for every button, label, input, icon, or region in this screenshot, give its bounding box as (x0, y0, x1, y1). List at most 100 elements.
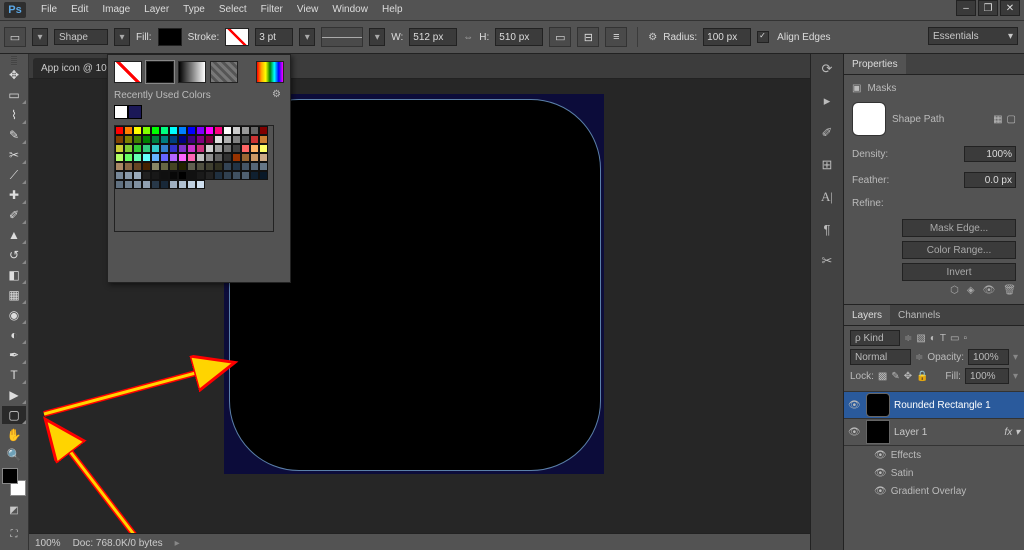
swatch[interactable] (214, 162, 223, 171)
apply-mask-icon[interactable]: ◈ (967, 285, 975, 296)
close-button[interactable]: ✕ (1000, 0, 1020, 16)
fill-swatch[interactable] (158, 28, 182, 46)
stroke-type-select[interactable] (321, 27, 363, 47)
invert-button[interactable]: Invert (902, 263, 1016, 281)
layers-tab[interactable]: Layers (844, 305, 890, 325)
swatch[interactable] (223, 126, 232, 135)
swatch[interactable] (259, 126, 268, 135)
swatch[interactable] (115, 171, 124, 180)
layer-rounded-rect[interactable]: 👁 Rounded Rectangle 1 (844, 392, 1024, 419)
width-input[interactable]: 512 px (409, 28, 457, 46)
actions-panel-icon[interactable]: ▸ (817, 92, 837, 110)
brush-tool[interactable]: ✐ (2, 206, 26, 224)
swatch[interactable] (223, 171, 232, 180)
density-input[interactable]: 100% (964, 146, 1016, 162)
swatch[interactable] (133, 162, 142, 171)
swatch[interactable] (169, 135, 178, 144)
properties-tab[interactable]: Properties (844, 54, 906, 74)
history-panel-icon[interactable]: ⟳ (817, 60, 837, 78)
shape-mode-select[interactable]: Shape (54, 29, 108, 45)
swatch[interactable] (151, 144, 160, 153)
swatch[interactable] (160, 162, 169, 171)
swatch[interactable] (250, 162, 259, 171)
swatch[interactable] (187, 180, 196, 189)
swatch[interactable] (196, 180, 205, 189)
swatch[interactable] (250, 135, 259, 144)
swatch[interactable] (232, 171, 241, 180)
effect-gradient-overlay[interactable]: 👁Gradient Overlay (844, 482, 1024, 500)
swatch[interactable] (178, 144, 187, 153)
swatch[interactable] (151, 126, 160, 135)
healing-tool[interactable]: ✚ (2, 186, 26, 204)
type-tool[interactable]: T (2, 366, 26, 384)
swatch[interactable] (142, 135, 151, 144)
swatch[interactable] (214, 126, 223, 135)
swatch[interactable] (205, 126, 214, 135)
swatch[interactable] (223, 162, 232, 171)
move-tool[interactable]: ✥ (2, 66, 26, 84)
swatch[interactable] (241, 126, 250, 135)
align-edges-checkbox[interactable] (757, 31, 769, 43)
swatch[interactable] (142, 153, 151, 162)
gradient-tile[interactable] (178, 61, 206, 83)
swatch[interactable] (160, 171, 169, 180)
swatch[interactable] (205, 162, 214, 171)
swatch[interactable] (124, 162, 133, 171)
brush-panel-icon[interactable]: ✐ (817, 124, 837, 142)
swatch[interactable] (214, 153, 223, 162)
lock-all-icon[interactable]: 🔒 (916, 371, 928, 382)
swatch[interactable] (250, 153, 259, 162)
swatch[interactable] (124, 126, 133, 135)
menu-type[interactable]: Type (176, 0, 212, 20)
delete-mask-icon[interactable]: 🗑 (1003, 285, 1016, 296)
lasso-tool[interactable]: ⌇ (2, 106, 26, 124)
swatch[interactable] (196, 171, 205, 180)
stroke-width-drop[interactable]: ▾ (299, 28, 315, 46)
layer-thumbnail[interactable] (866, 420, 890, 444)
swatch[interactable] (259, 153, 268, 162)
menu-layer[interactable]: Layer (137, 0, 176, 20)
swatch[interactable] (241, 144, 250, 153)
swatch[interactable] (169, 126, 178, 135)
filter-smart-icon[interactable]: ▫ (963, 333, 967, 344)
swatch[interactable] (133, 144, 142, 153)
swatch[interactable] (169, 144, 178, 153)
doc-size[interactable]: Doc: 768.0K/0 bytes (73, 538, 163, 549)
swatch[interactable] (151, 180, 160, 189)
menu-filter[interactable]: Filter (254, 0, 290, 20)
toggle-mask-icon[interactable]: 👁 (983, 285, 996, 296)
swatch[interactable] (187, 162, 196, 171)
recent-color-1[interactable] (114, 105, 128, 119)
pen-tool[interactable]: ✒ (2, 346, 26, 364)
swatch[interactable] (115, 153, 124, 162)
clone-panel-icon[interactable]: ⊞ (817, 156, 837, 174)
swatch[interactable] (241, 135, 250, 144)
pattern-tile[interactable] (210, 61, 238, 83)
maximize-button[interactable]: ❐ (978, 0, 998, 16)
vector-mask-icon[interactable]: ▢ (1007, 114, 1016, 125)
path-ops-icon[interactable]: ▭ (549, 27, 571, 47)
quick-mask-icon[interactable]: ◩ (2, 502, 26, 518)
swatch[interactable] (178, 153, 187, 162)
swatch[interactable] (187, 126, 196, 135)
tool-presets-panel-icon[interactable]: ✂ (817, 252, 837, 270)
filter-type-icon[interactable]: T (940, 333, 946, 344)
swatch[interactable] (223, 153, 232, 162)
swatch[interactable] (133, 126, 142, 135)
layer-name[interactable]: Rounded Rectangle 1 (894, 400, 991, 411)
character-panel-icon[interactable]: ¶ (817, 220, 837, 238)
menu-window[interactable]: Window (325, 0, 375, 20)
visibility-icon[interactable]: 👁 (848, 427, 862, 438)
menu-select[interactable]: Select (212, 0, 254, 20)
swatch[interactable] (241, 162, 250, 171)
filter-kind-select[interactable]: ρ Kind (850, 330, 900, 346)
swatch[interactable] (151, 153, 160, 162)
tool-preset-icon[interactable]: ▭ (4, 27, 26, 47)
swatch[interactable] (187, 153, 196, 162)
lock-pos-icon[interactable]: ✥ (904, 371, 912, 382)
menu-file[interactable]: File (34, 0, 64, 20)
swatch[interactable] (196, 126, 205, 135)
swatch[interactable] (232, 153, 241, 162)
swatch[interactable] (124, 153, 133, 162)
swatch[interactable] (259, 162, 268, 171)
